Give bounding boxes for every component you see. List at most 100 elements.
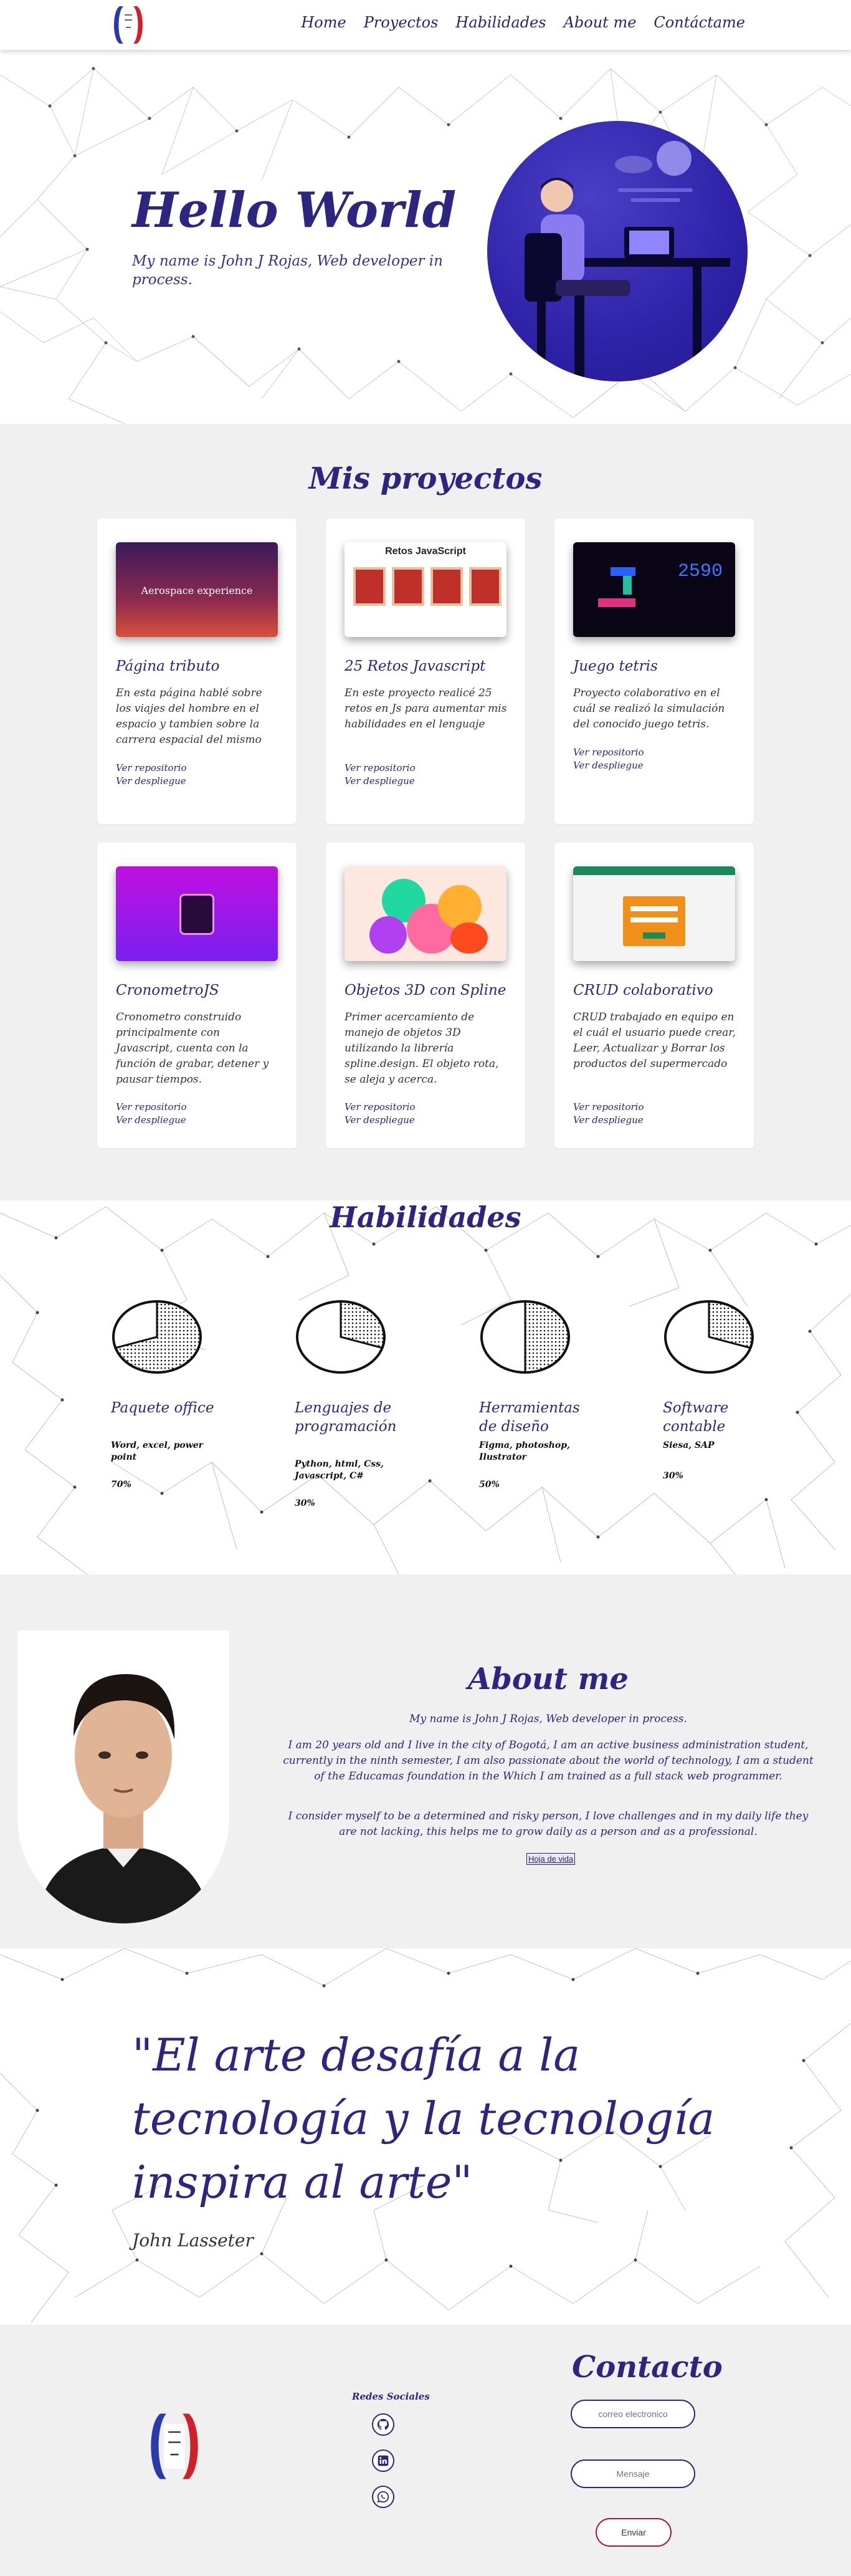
project-card: Retos JavaScript 25 Retos Javascript En … [326,519,525,824]
profile-photo [17,1630,229,1923]
footer: Redes Sociales Contacto Enviar [0,2325,851,2576]
send-button[interactable]: Enviar [596,2518,672,2547]
skill-tools: Figma, photoshop, Ilustrator [479,1440,570,1462]
repo-link[interactable]: Ver repositorio [116,1101,279,1114]
repo-link[interactable]: Ver repositorio [573,746,736,759]
social-title: Redes Sociales [352,2391,430,2402]
about-paragraph: I consider myself to be a determined and… [288,1810,809,1838]
nav-home[interactable]: Home [301,14,346,31]
skills-section: Habilidades Paquete office Word, excel, … [0,1200,851,1574]
project-description: Primer acercamiento de manejo de objetos… [345,1011,499,1086]
project-card: Objetos 3D con Spline Primer acercamient… [326,843,525,1148]
about-intro: My name is John J Rojas, Web developer i… [409,1713,687,1725]
message-field[interactable] [571,2459,695,2488]
project-card: CronometroJS Cronometro construido princ… [97,843,297,1148]
logo[interactable] [111,2,146,47]
github-link[interactable] [372,2413,394,2436]
project-links: Ver repositorio Ver despliegue [573,1101,736,1127]
cv-link[interactable]: Hoja de vida [526,1853,576,1865]
about-title: About me [468,1662,629,1697]
skills-title: Habilidades [330,1200,521,1234]
hero-section: Hello World My name is John J Rojas, Web… [0,50,851,424]
main-nav: Home Proyectos Habilidades About me Cont… [301,14,745,31]
deploy-link[interactable]: Ver despliegue [345,1114,508,1127]
project-card: 2590 Juego tetris Proyecto colaborativo … [554,519,754,824]
projects-section: Mis proyectos Aerospace experience Págin… [0,424,851,1200]
skill-title: Lenguajes de programación [295,1400,397,1435]
repo-link[interactable]: Ver repositorio [116,762,279,775]
project-thumbnail[interactable]: Aerospace experience [116,542,278,637]
repo-link[interactable]: Ver repositorio [345,1101,508,1114]
site-header: Home Proyectos Habilidades About me Cont… [0,0,851,50]
project-title: Juego tetris [573,658,658,674]
project-card: Aerospace experience Página tributo En e… [97,519,297,824]
deploy-link[interactable]: Ver despliegue [573,759,736,772]
project-title: 25 Retos Javascript [345,658,486,674]
nav-habilidades[interactable]: Habilidades [455,14,546,31]
project-title: Página tributo [116,658,220,674]
project-links: Ver repositorio Ver despliegue [116,1101,279,1127]
skill-pie-chart [664,1300,754,1374]
github-icon [377,2418,389,2430]
skill-tools: Siesa, SAP [663,1440,715,1450]
skill-percent: 70% [111,1480,131,1490]
skill-percent: 50% [479,1480,500,1490]
project-description: En esta página hablé sobre los viajes de… [116,687,262,746]
project-title: CronometroJS [116,982,219,998]
repo-link[interactable]: Ver repositorio [573,1101,736,1114]
project-description: En este proyecto realicé 25 retos en Js … [345,687,507,730]
skill-tools: Word, excel, power point [111,1440,204,1462]
skill-pie-chart [296,1300,386,1374]
skill-percent: 30% [663,1471,683,1481]
project-description: CRUD trabajado en equipo en el cuál el u… [573,1011,736,1070]
project-title: Objetos 3D con Spline [345,982,506,998]
skill-title: Paquete office [111,1400,214,1416]
skill-pie-chart [112,1300,202,1374]
whatsapp-icon [377,2491,389,2503]
project-title: CRUD colaborativo [573,982,713,998]
developer-at-desk-image [525,141,730,381]
project-links: Ver repositorio Ver despliegue [573,746,736,772]
contact-title: Contacto [572,2350,723,2385]
deploy-link[interactable]: Ver despliegue [116,775,279,788]
about-section: About me My name is John J Rojas, Web de… [0,1574,851,1948]
project-links: Ver repositorio Ver despliegue [345,1101,508,1127]
nav-about-me[interactable]: About me [564,14,637,31]
skill-pie-chart [480,1300,570,1374]
footer-logo [151,2413,198,2479]
nav-contactame[interactable]: Contáctame [654,14,745,31]
project-thumbnail[interactable] [573,866,735,961]
projects-title: Mis proyectos [308,461,543,496]
deploy-link[interactable]: Ver despliegue [345,775,508,788]
about-paragraph: I am 20 years old and I live in the city… [283,1739,814,1783]
hero-subtitle: My name is John J Rojas, Web developer i… [132,253,443,288]
project-links: Ver repositorio Ver despliegue [345,762,508,788]
skill-title: Herramientas de diseño [479,1400,580,1435]
skill-title: Software contable [663,1400,729,1435]
quote-author: John Lasseter [132,2230,254,2251]
nav-proyectos[interactable]: Proyectos [364,14,439,31]
whatsapp-link[interactable] [372,2486,394,2508]
hero-title: Hello World [132,182,457,239]
deploy-link[interactable]: Ver despliegue [116,1114,279,1127]
project-thumbnail[interactable]: Retos JavaScript [345,542,506,637]
project-thumbnail[interactable] [345,866,506,961]
email-field[interactable] [571,2400,695,2428]
project-links: Ver repositorio Ver despliegue [116,762,279,788]
skill-tools: Python, html, Css, Javascript, C# [295,1459,384,1481]
pie-slice [524,1300,570,1374]
developer-illustration [487,121,748,381]
project-thumbnail[interactable]: 2590 [573,542,735,637]
linkedin-link[interactable] [372,2449,394,2472]
repo-link[interactable]: Ver repositorio [345,762,508,775]
quote-section: "El arte desafía a la tecnología y la te… [0,1948,851,2325]
project-description: Proyecto colaborativo en el cuál se real… [573,687,725,730]
quote-text: "El arte desafía a la tecnología y la te… [132,2029,715,2208]
thumbnail-text: 2590 [677,561,723,582]
deploy-link[interactable]: Ver despliegue [573,1114,736,1127]
network-background [0,1206,851,1574]
skill-percent: 30% [295,1498,315,1508]
project-card: CRUD colaborativo CRUD trabajado en equi… [554,843,754,1148]
project-thumbnail[interactable] [116,866,278,961]
linkedin-icon [378,2455,389,2466]
